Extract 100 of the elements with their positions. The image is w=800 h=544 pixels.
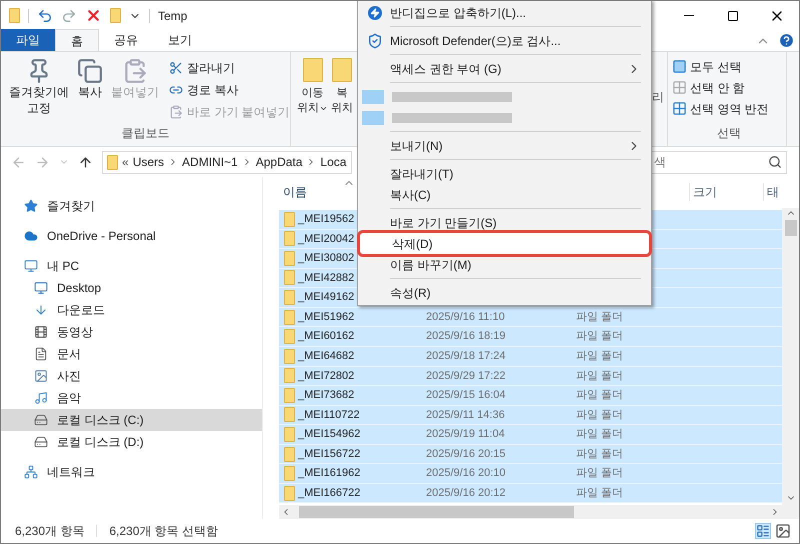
type-cell-text: 파일 폴더 <box>576 348 624 364</box>
menu-item[interactable]: 바로 가기 만들기(S) <box>358 212 651 233</box>
file-name: _MEI64682 <box>298 348 354 364</box>
breadcrumb[interactable]: Loca <box>320 153 346 171</box>
menu-label: 보내기(N) <box>390 138 443 154</box>
scrollbar-thumb[interactable] <box>784 220 796 236</box>
column-header[interactable]: 크기 <box>689 183 717 201</box>
breadcrumb[interactable]: Users <box>132 153 164 171</box>
file-name: _MEI156722 <box>298 446 360 462</box>
file-row[interactable]: _MEI51962 2025/9/16 11:10 파일 폴더 <box>279 308 782 328</box>
file-row[interactable]: _MEI166722 2025/9/16 20:12 파일 폴더 <box>279 484 782 504</box>
group-label: 선택 <box>716 125 742 142</box>
nav-item[interactable]: OneDrive - Personal <box>1 225 262 247</box>
nav-item[interactable]: 즐겨찾기 <box>1 195 262 217</box>
menu-item[interactable]: 속성(R) <box>358 282 651 303</box>
thumbnail-view-icon[interactable] <box>775 523 791 539</box>
nav-item[interactable]: Desktop <box>1 277 262 299</box>
ribbon-label: 리 <box>652 89 664 106</box>
type-cell-text: 파일 폴더 <box>576 368 624 384</box>
up-icon[interactable] <box>78 154 93 170</box>
ribbon-button[interactable]: 선택 안 함 <box>672 78 786 97</box>
nav-item[interactable]: 음악 <box>1 387 262 409</box>
redo-icon[interactable] <box>61 8 77 24</box>
nav-item[interactable]: 다운로드 <box>1 299 262 321</box>
empty-grid-icon <box>672 80 687 95</box>
type-cell-text: 파일 폴더 <box>576 427 624 442</box>
menu-item[interactable]: Microsoft Defender(으)로 검사... <box>358 30 651 51</box>
undo-icon[interactable] <box>37 8 53 24</box>
horizontal-scrollbar[interactable] <box>279 505 782 520</box>
ribbon-button[interactable]: 모두 선택 <box>672 57 786 76</box>
nav-item[interactable]: 내 PC <box>1 255 262 277</box>
breadcrumb[interactable]: AppData <box>256 153 302 171</box>
file-name: _MEI73682 <box>298 388 354 404</box>
nav-item[interactable]: 동영상 <box>1 321 262 343</box>
file-name: _MEI60162 <box>298 329 354 344</box>
nav-item[interactable]: 로컬 디스크 (C:) <box>1 409 262 431</box>
ribbon-button[interactable]: 경로 복사 <box>169 80 290 99</box>
file-name: _MEI154962 <box>298 427 360 442</box>
column-header[interactable]: 이름 <box>283 183 307 201</box>
address-field[interactable]: « Users ADMINI~1 AppData Loca <box>102 150 352 174</box>
ribbon-button[interactable]: 복 위치 <box>331 58 353 146</box>
nav-item[interactable]: 사진 <box>1 365 262 387</box>
date-cell-text: 2025/9/16 20:15 <box>425 446 507 462</box>
folder-icon <box>302 58 322 82</box>
breadcrumb[interactable]: ADMINI~1 <box>182 153 238 171</box>
folder-icon <box>284 348 295 364</box>
file-row[interactable]: _MEI154962 2025/9/19 11:04 파일 폴더 <box>279 425 782 445</box>
folder-icon <box>284 388 295 403</box>
ribbon-tab[interactable]: 홈 <box>55 29 99 51</box>
nav-item[interactable]: 네트워크 <box>1 461 262 483</box>
scrollbar-thumb[interactable] <box>299 506 574 518</box>
menu-label: Microsoft Defender(으)로 검사... <box>390 32 561 50</box>
type-cell-text: 파일 폴더 <box>576 310 624 325</box>
search-placeholder: 색 <box>654 154 666 171</box>
file-row[interactable]: _MEI73682 2025/9/15 16:04 파일 폴더 <box>279 386 782 406</box>
menu-item[interactable]: 액세스 권한 부여 (G) <box>358 58 651 79</box>
nav-label: Desktop <box>57 280 102 297</box>
type-cell-text: 파일 폴더 <box>576 466 624 482</box>
menu-label: 삭제(D) <box>392 236 433 252</box>
menu-item[interactable]: 이름 바꾸기(M) <box>358 254 651 275</box>
date-cell-text: 2025/9/16 20:10 <box>425 466 507 482</box>
overflow-marker: « <box>122 154 129 171</box>
menu-item[interactable]: 반디집으로 압축하기(L)... <box>358 2 651 23</box>
ribbon-button[interactable]: 이동 위치 <box>297 58 328 146</box>
nav-label: 음악 <box>57 390 81 407</box>
date-cell-text: 2025/9/29 17:22 <box>425 368 507 384</box>
date-cell-text: 2025/9/18 17:24 <box>425 348 507 364</box>
file-row[interactable]: _MEI72802 2025/9/29 17:22 파일 폴더 <box>279 366 782 386</box>
ribbon-tab[interactable]: 보기 <box>153 29 207 51</box>
file-row[interactable]: _MEI156722 2025/9/16 20:15 파일 폴더 <box>279 444 782 464</box>
help-icon[interactable] <box>778 32 795 49</box>
delete-icon[interactable] <box>85 7 102 24</box>
date-cell-text: 2025/9/19 11:04 <box>425 427 506 442</box>
column-header[interactable]: 태 <box>763 183 779 201</box>
file-row[interactable]: _MEI64682 2025/9/18 17:24 파일 폴더 <box>279 346 782 366</box>
maximize-icon <box>727 10 739 22</box>
clipboard-icon <box>169 104 183 118</box>
nav-item[interactable]: 문서 <box>1 343 262 365</box>
ribbon-tab[interactable]: 파일 <box>1 29 55 51</box>
file-name: _MEI166722 <box>298 486 360 501</box>
nav-label: OneDrive - Personal <box>47 228 156 245</box>
ribbon-tab[interactable]: 공유 <box>99 29 153 51</box>
menu-label: 바로 가기 만들기(S) <box>390 214 497 232</box>
ribbon-button[interactable]: 즐겨찾기에 고정 <box>7 58 71 124</box>
file-row[interactable]: _MEI161962 2025/9/16 20:10 파일 폴더 <box>279 464 782 484</box>
details-view-icon[interactable] <box>755 523 771 539</box>
file-name: _MEI30802 <box>298 251 354 266</box>
ribbon-button[interactable]: 선택 영역 반전 <box>672 99 786 118</box>
vertical-scrollbar[interactable] <box>782 208 799 519</box>
menu-item[interactable]: 복사(C) <box>358 184 651 205</box>
menu-item[interactable]: 삭제(D) <box>360 233 649 254</box>
file-row[interactable]: _MEI110722 2025/9/11 14:36 파일 폴더 <box>279 406 782 426</box>
ribbon-button[interactable]: 잘라내기 <box>169 58 290 77</box>
date-cell-text: 2025/9/16 11:10 <box>425 310 506 325</box>
nav-item[interactable]: 로컬 디스크 (D:) <box>1 431 262 453</box>
folder-icon <box>284 212 295 227</box>
ribbon-button[interactable]: 복사 <box>75 58 105 124</box>
folder-icon <box>332 58 352 82</box>
file-row[interactable]: _MEI60162 2025/9/16 18:19 파일 폴더 <box>279 327 782 347</box>
file-name: _MEI19562 <box>298 212 354 228</box>
